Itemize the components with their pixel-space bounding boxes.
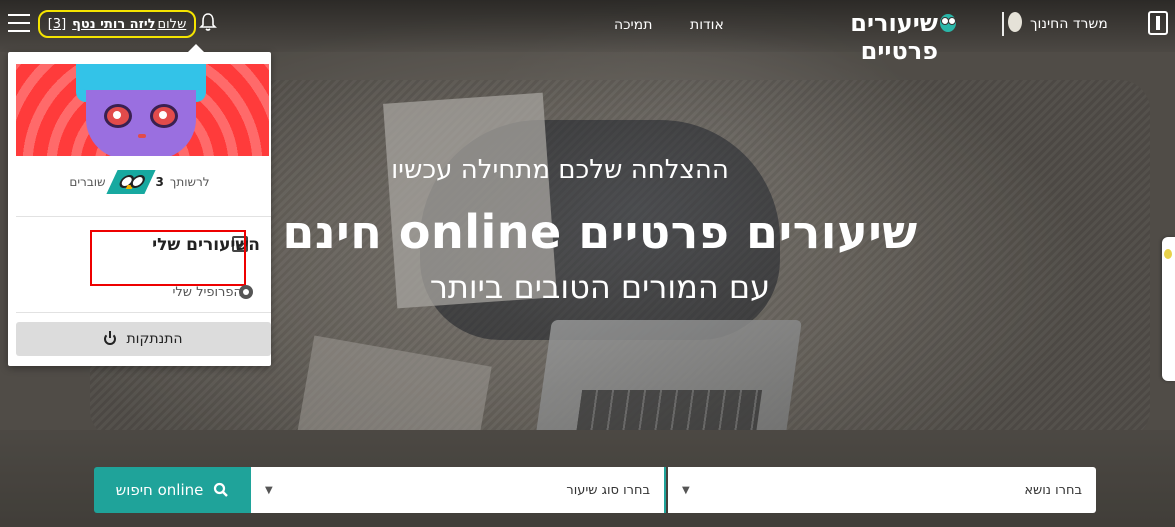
nav-support-link[interactable]: תמיכה (614, 17, 652, 33)
coins-suffix: שוברים (69, 175, 106, 189)
coins-prefix: לרשותך (169, 175, 210, 189)
power-icon (104, 331, 117, 345)
subject-placeholder: בחרו נושא (1024, 482, 1082, 498)
avatar-bangs (76, 64, 206, 90)
avatar-eye-right (150, 104, 178, 128)
menu-divider (16, 312, 271, 313)
chevron-down-icon: ▼ (265, 484, 273, 496)
greeting-prefix: שלום (157, 16, 187, 32)
hero-subtitle: ההצלחה שלכם מתחילה עכשיו (391, 155, 729, 185)
search-icon (214, 482, 229, 497)
emblem-icon[interactable] (1148, 11, 1168, 35)
ministry-name[interactable]: משרד החינוך (1030, 16, 1108, 32)
hamburger-icon[interactable] (8, 14, 30, 32)
user-name[interactable]: ליזה רותי נטף (72, 17, 155, 32)
logout-button[interactable]: התנתקות (16, 322, 271, 356)
subject-select[interactable]: ▼ בחרו נושא (668, 467, 1096, 513)
my-profile-link[interactable]: הפרופיל שלי (108, 285, 242, 300)
chevron-down-icon: ▼ (682, 484, 690, 496)
ministry-owl-icon (1008, 12, 1022, 32)
search-bar: חיפוש online ▼ בחרו סוג שיעור ▼ בחרו נוש… (94, 467, 1096, 513)
search-button-label: חיפוש online (115, 481, 204, 499)
search-online-button[interactable]: חיפוש online (94, 467, 251, 513)
avatar-mouth (138, 134, 146, 138)
hero-tagline: עם המורים הטובים ביותר (429, 268, 771, 306)
user-dropdown-menu: לרשותך 3 שוברים השיעורים שלי הפרופיל שלי… (8, 44, 271, 366)
lesson-type-placeholder: בחרו סוג שיעור (566, 482, 650, 498)
avatar-eye-left (104, 104, 132, 128)
logout-label: התנתקות (126, 331, 183, 347)
widget-icon (1164, 249, 1172, 259)
user-greeting[interactable]: שלום ליזה רותי נטף [3] (38, 10, 196, 38)
coins-count: 3 (155, 175, 164, 189)
owl-logo-icon (940, 14, 956, 32)
vouchers-info: לרשותך 3 שוברים (8, 170, 271, 194)
nav-about-link[interactable]: אודות (690, 17, 724, 33)
side-widget-tab[interactable] (1162, 237, 1175, 381)
avatar[interactable] (16, 64, 269, 156)
bell-icon[interactable] (199, 12, 217, 32)
highlight-box (90, 230, 246, 286)
voucher-owl-icon (105, 170, 156, 194)
top-bar: שלום ליזה רותי נטף [3] תמיכה אודות שיעור… (0, 0, 1175, 65)
header-divider (1002, 12, 1004, 36)
menu-divider (16, 216, 271, 217)
lesson-type-select[interactable]: ▼ בחרו סוג שיעור (251, 467, 666, 513)
notification-count: [3] (47, 16, 67, 32)
hero-title: שיעורים פרטיים online חינם (282, 205, 918, 259)
brand-title[interactable]: שיעורים פרטיים (778, 9, 938, 65)
